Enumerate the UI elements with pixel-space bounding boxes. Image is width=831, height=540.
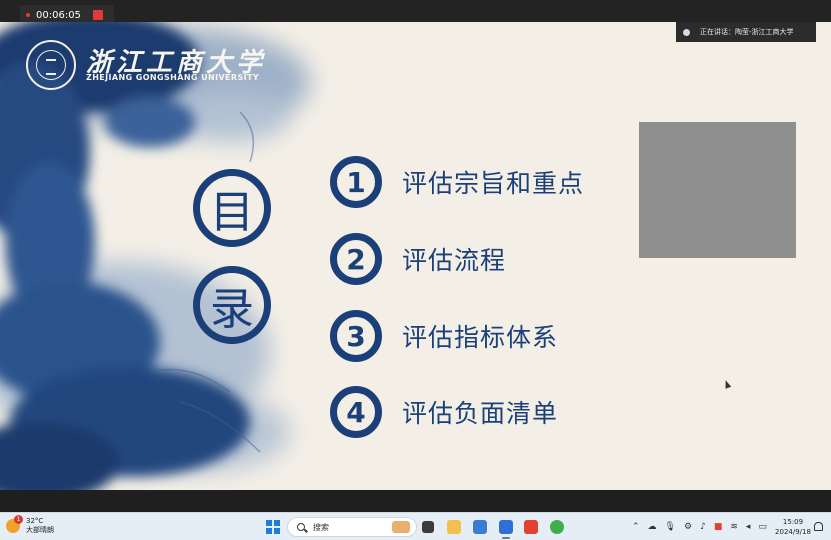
- contents-char-2: 录: [193, 266, 271, 344]
- notification-bell-icon[interactable]: [814, 522, 823, 531]
- microphone-icon[interactable]: 🎙: [665, 522, 676, 532]
- presentation-slide: 浙江工商大学 ZHEJIANG GONGSHANG UNIVERSITY 目 录…: [0, 22, 831, 490]
- cloud-icon[interactable]: ☁: [648, 522, 657, 532]
- system-tray: ⌃ ☁ 🎙 ⚙ ♪ ■ ≋ ◂ ▭: [628, 513, 771, 540]
- taskbar-search[interactable]: 搜索: [287, 517, 417, 537]
- menu-item-2: 2 评估流程: [330, 233, 506, 285]
- windows-taskbar: 1 32°C 大部晴朗 搜索 ⌃ ☁ 🎙 ⚙ ♪ ■ ≋ ◂ ▭ 15:09 2…: [0, 512, 831, 540]
- app-icon-blue[interactable]: [473, 520, 487, 534]
- menu-item-label: 评估宗旨和重点: [402, 169, 585, 198]
- file-explorer-icon[interactable]: [447, 520, 461, 534]
- menu-item-number: 4: [330, 386, 382, 438]
- notification-badge: 1: [14, 515, 23, 524]
- recording-timer: 00:06:05: [36, 9, 81, 21]
- system-clock[interactable]: 15:09 2024/9/18: [775, 517, 811, 537]
- meeting-top-bar: 00:06:05: [0, 0, 831, 25]
- wps-office-icon[interactable]: [524, 520, 538, 534]
- menu-item-label: 评估流程: [402, 246, 507, 275]
- recording-dot-icon: [26, 13, 30, 17]
- settings-tray-icon[interactable]: ⚙: [684, 522, 692, 532]
- clock-time: 15:09: [782, 518, 804, 526]
- volume-icon[interactable]: ◂: [746, 522, 751, 532]
- contents-char-1: 目: [193, 169, 271, 247]
- participant-video-tile[interactable]: [639, 122, 796, 258]
- menu-item-1: 1 评估宗旨和重点: [330, 156, 584, 208]
- clock-date: 2024/9/18: [775, 528, 811, 536]
- university-seal-icon: [36, 50, 66, 80]
- menu-item-number: 1: [330, 156, 382, 208]
- search-icon: [297, 523, 305, 531]
- wifi-icon[interactable]: ≋: [730, 522, 738, 532]
- weather-text: 32°C 大部晴朗: [26, 517, 54, 535]
- university-logo: [26, 40, 76, 90]
- start-button[interactable]: [266, 520, 280, 534]
- weather-widget[interactable]: 1 32°C 大部晴朗: [6, 515, 54, 535]
- menu-item-label: 评估负面清单: [402, 399, 559, 428]
- menu-item-3: 3 评估指标体系: [330, 310, 558, 362]
- weather-temp: 32°C: [26, 517, 44, 525]
- meeting-bottom-bar: [0, 490, 831, 512]
- menu-item-number: 3: [330, 310, 382, 362]
- menu-item-label: 评估指标体系: [402, 323, 559, 352]
- battery-icon[interactable]: ▭: [758, 522, 767, 532]
- weather-desc: 大部晴朗: [26, 526, 54, 534]
- meeting-app-icon[interactable]: [499, 520, 513, 534]
- active-speaker-indicator: 正在讲话：陶莹-浙江工商大学: [676, 22, 816, 42]
- search-placeholder: 搜索: [313, 522, 329, 532]
- browser-icon[interactable]: [550, 520, 564, 534]
- speaker-label: 正在讲话：陶莹-浙江工商大学: [700, 28, 794, 36]
- university-name-en: ZHEJIANG GONGSHANG UNIVERSITY: [86, 73, 260, 82]
- chevron-up-icon[interactable]: ⌃: [632, 522, 640, 532]
- sun-icon: 1: [6, 515, 23, 533]
- stop-recording-icon[interactable]: [92, 10, 103, 20]
- task-view-icon[interactable]: [422, 521, 434, 533]
- screen: 00:06:05 浙江工商大学 ZHEJIANG GONGSHANG UNIVE…: [0, 0, 831, 540]
- speaker-tray-icon[interactable]: ♪: [700, 522, 706, 532]
- menu-item-4: 4 评估负面清单: [330, 386, 558, 438]
- wps-tray-icon[interactable]: ■: [714, 522, 723, 532]
- menu-item-number: 2: [330, 233, 382, 285]
- search-highlight-icon: [392, 521, 410, 533]
- active-app-indicator: [502, 537, 510, 539]
- speaker-avatar: [683, 28, 690, 36]
